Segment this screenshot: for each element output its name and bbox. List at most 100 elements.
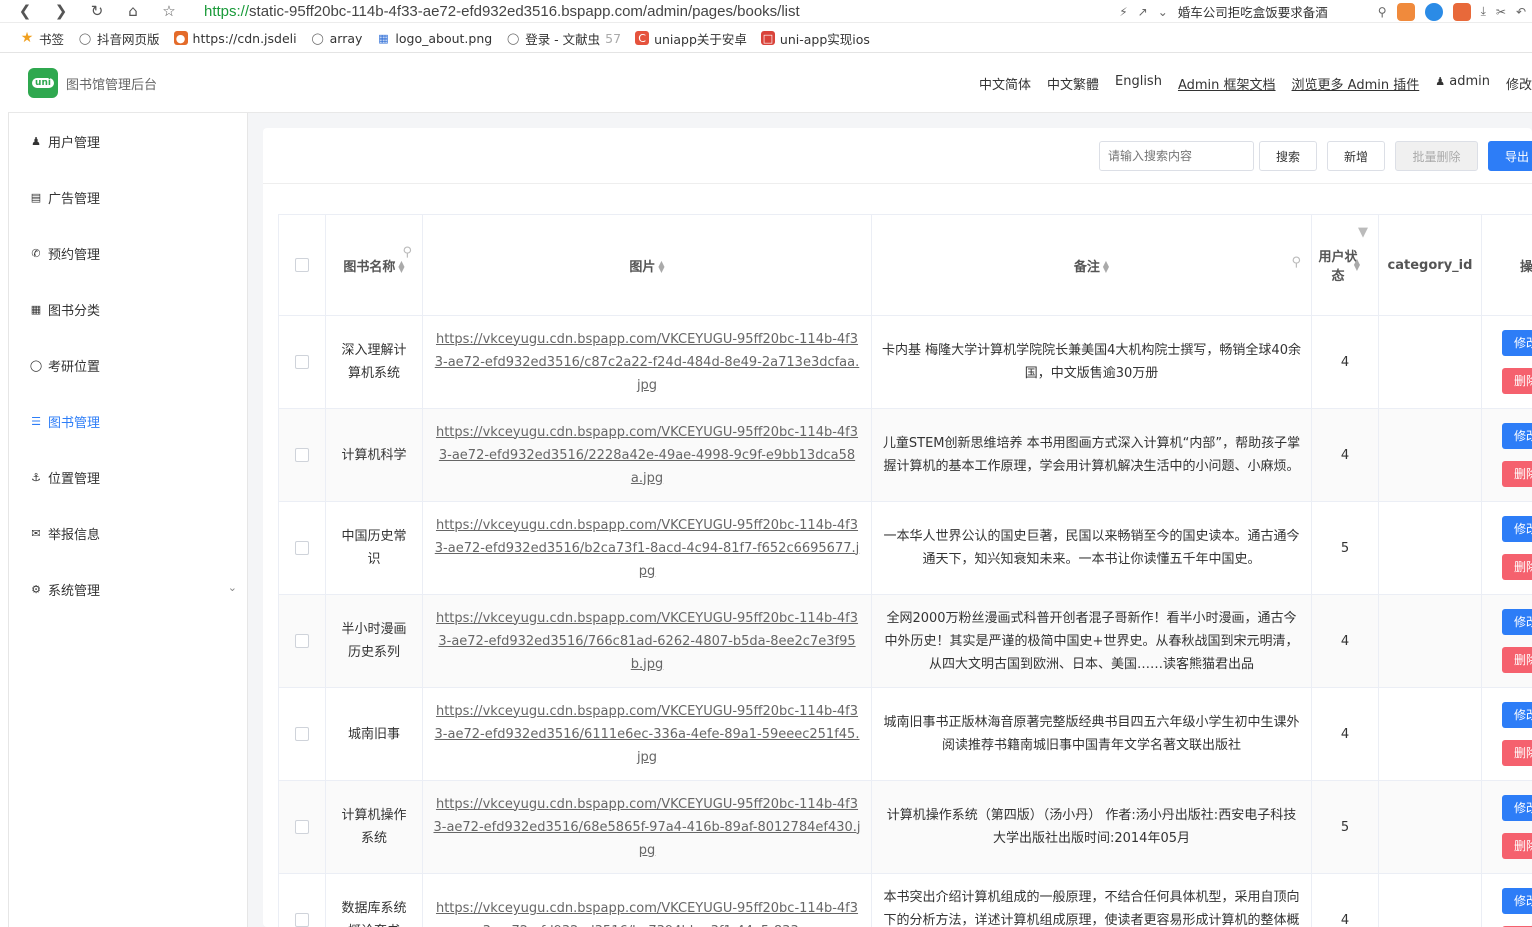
delete-button[interactable]: 删除	[1502, 647, 1532, 673]
delete-button[interactable]: 删除	[1502, 554, 1532, 580]
search-icon[interactable]: ⚲	[1291, 255, 1301, 270]
add-button[interactable]: 新增	[1327, 141, 1385, 171]
column-header-action: 操	[1481, 214, 1532, 316]
search-icon[interactable]: ⚲	[1378, 5, 1387, 19]
remark-text: 城南旧事书正版林海音原著完整版经典书目四五六年级小学生初中生课外阅读推荐书籍南城…	[883, 715, 1300, 753]
sort-icon[interactable]: ▲ ▼	[1103, 260, 1109, 274]
sort-icon[interactable]: ▲ ▼	[398, 260, 404, 274]
sidebar-item-books[interactable]: ☰ 图书管理	[9, 393, 247, 449]
column-header-label: category_id	[1387, 257, 1473, 273]
admin-plugins-link[interactable]: 浏览更多 Admin 插件	[1292, 74, 1420, 93]
sidebar-item-reservations[interactable]: ✆ 预约管理	[9, 225, 247, 281]
sort-icon[interactable]: ▲ ▼	[1354, 258, 1360, 272]
row-checkbox[interactable]	[295, 541, 309, 555]
edit-button[interactable]: 修改	[1502, 330, 1532, 356]
tab-title[interactable]: 婚车公司拒吃盒饭要求备酒	[1178, 2, 1368, 21]
export-button[interactable]: 导出	[1488, 141, 1532, 171]
delete-button[interactable]: 删除	[1502, 833, 1532, 859]
bookmark-item[interactable]: ● https://cdn.jsdeli	[173, 30, 297, 46]
sort-icon[interactable]: ▲ ▼	[658, 260, 664, 274]
sidebar-item-system[interactable]: ⚙ 系统管理 ⌄	[9, 561, 247, 617]
map-icon: ▦	[30, 302, 42, 316]
image-link[interactable]: https://vkceyugu.cdn.bspapp.com/VKCEYUGU…	[423, 700, 871, 769]
row-checkbox[interactable]	[295, 355, 309, 369]
undo-icon[interactable]: ↶	[1516, 5, 1526, 19]
image-cell: https://vkceyugu.cdn.bspapp.com/VKCEYUGU…	[422, 315, 872, 409]
edit-button[interactable]: 修改	[1502, 423, 1532, 449]
sidebar-item-study-locations[interactable]: ◯ 考研位置	[9, 337, 247, 393]
column-header-status[interactable]: 用户状态 ▲ ▼ ▼	[1311, 214, 1379, 316]
status-cell: 4	[1311, 873, 1379, 927]
bookmark-item[interactable]: ◯ array	[311, 31, 362, 46]
filter-icon[interactable]: ▼	[1358, 225, 1368, 240]
forward-icon[interactable]: ❯	[50, 2, 72, 20]
home-icon[interactable]: ⌂	[122, 2, 144, 20]
image-link[interactable]: https://vkceyugu.cdn.bspapp.com/VKCEYUGU…	[423, 793, 871, 862]
row-checkbox[interactable]	[295, 820, 309, 834]
edit-button[interactable]: 修改	[1502, 795, 1532, 821]
bookmark-item[interactable]: □ uni-app实现ios	[760, 29, 870, 48]
delete-button[interactable]: 删除	[1502, 368, 1532, 394]
book-name-cell: 计算机科学	[325, 408, 423, 502]
extension-icon[interactable]	[1396, 2, 1415, 21]
change-password-link[interactable]: 修改	[1506, 74, 1532, 93]
row-checkbox[interactable]	[295, 634, 309, 648]
row-checkbox[interactable]	[295, 727, 309, 741]
edit-button[interactable]: 修改	[1502, 516, 1532, 542]
bookmark-label: https://cdn.jsdeli	[192, 30, 297, 46]
table-header-row: 图书名称 ▲ ▼ ⚲ 图片 ▲ ▼ 备注 ▲ ▼ ⚲ 用户状态 ▲ ▼ ▼ ca…	[278, 214, 1532, 316]
image-link[interactable]: https://vkceyugu.cdn.bspapp.com/VKCEYUGU…	[423, 514, 871, 583]
select-all-checkbox[interactable]	[295, 258, 309, 272]
sidebar-item-users[interactable]: ♟ 用户管理	[9, 113, 247, 169]
back-icon[interactable]: ❮	[14, 2, 36, 20]
action-cell: 修改删除	[1481, 594, 1532, 688]
star-icon[interactable]: ☆	[158, 2, 180, 20]
chevron-down-icon[interactable]: ⌄	[1158, 5, 1168, 19]
edit-button[interactable]: 修改	[1502, 888, 1532, 914]
image-link[interactable]: https://vkceyugu.cdn.bspapp.com/VKCEYUGU…	[423, 897, 871, 927]
bookmark-item[interactable]: ▦ logo_about.png	[376, 31, 492, 46]
app-logo[interactable]: uni	[28, 68, 58, 98]
translate-icon[interactable]	[1452, 2, 1471, 21]
sidebar-item-ads[interactable]: ▤ 广告管理	[9, 169, 247, 225]
bookmark-item[interactable]: ◯ 登录 - 文献虫 57	[506, 29, 621, 48]
image-link[interactable]: https://vkceyugu.cdn.bspapp.com/VKCEYUGU…	[423, 421, 871, 490]
search-input[interactable]	[1099, 141, 1254, 171]
bookmark-item[interactable]: ◯ 抖音网页版	[78, 29, 160, 48]
user-menu[interactable]: ♟ admin	[1435, 74, 1490, 93]
address-bar[interactable]: https://static-95ff20bc-114b-4f33-ae72-e…	[204, 3, 800, 20]
column-header-name[interactable]: 图书名称 ▲ ▼ ⚲	[325, 214, 423, 316]
reload-icon[interactable]: ↻	[86, 2, 108, 20]
admin-docs-link[interactable]: Admin 框架文档	[1178, 74, 1276, 93]
sidebar-item-book-categories[interactable]: ▦ 图书分类	[9, 281, 247, 337]
edit-button[interactable]: 修改	[1502, 609, 1532, 635]
row-checkbox[interactable]	[295, 448, 309, 462]
image-cell: https://vkceyugu.cdn.bspapp.com/VKCEYUGU…	[422, 687, 872, 781]
lang-english[interactable]: English	[1115, 74, 1162, 93]
row-checkbox[interactable]	[295, 913, 309, 927]
bookmark-item[interactable]: ★ 书签	[20, 29, 64, 48]
lightning-icon[interactable]: ⚡	[1119, 5, 1127, 19]
scissors-icon[interactable]: ✂	[1496, 5, 1506, 19]
search-icon[interactable]: ⚲	[402, 245, 412, 260]
delete-button[interactable]: 删除	[1502, 740, 1532, 766]
column-header-category[interactable]: category_id	[1378, 214, 1482, 316]
delete-button[interactable]: 删除	[1502, 461, 1532, 487]
sidebar-item-locations[interactable]: ⚓ 位置管理	[9, 449, 247, 505]
share-icon[interactable]: ↗	[1138, 5, 1148, 19]
extension-icon[interactable]	[1424, 2, 1443, 21]
remark-text: 全网2000万粉丝漫画式科普开创者混子哥新作！看半小时漫画，通古今中外历史！其实…	[884, 610, 1299, 672]
bookmark-item[interactable]: Cuniapp关于安卓	[635, 29, 747, 48]
image-link[interactable]: https://vkceyugu.cdn.bspapp.com/VKCEYUGU…	[423, 328, 871, 397]
lang-zh-hans[interactable]: 中文简体	[979, 74, 1031, 93]
image-link[interactable]: https://vkceyugu.cdn.bspapp.com/VKCEYUGU…	[423, 607, 871, 676]
search-button[interactable]: 搜索	[1259, 141, 1317, 171]
batch-delete-button[interactable]: 批量删除	[1395, 141, 1478, 171]
column-header-image[interactable]: 图片 ▲ ▼	[422, 214, 872, 316]
sidebar-item-label: 图书分类	[48, 303, 101, 319]
download-icon[interactable]: ⤓	[1481, 4, 1486, 19]
lang-zh-hant[interactable]: 中文繁體	[1047, 74, 1099, 93]
column-header-remark[interactable]: 备注 ▲ ▼ ⚲	[871, 214, 1312, 316]
sidebar-item-reports[interactable]: ✉ 举报信息	[9, 505, 247, 561]
edit-button[interactable]: 修改	[1502, 702, 1532, 728]
